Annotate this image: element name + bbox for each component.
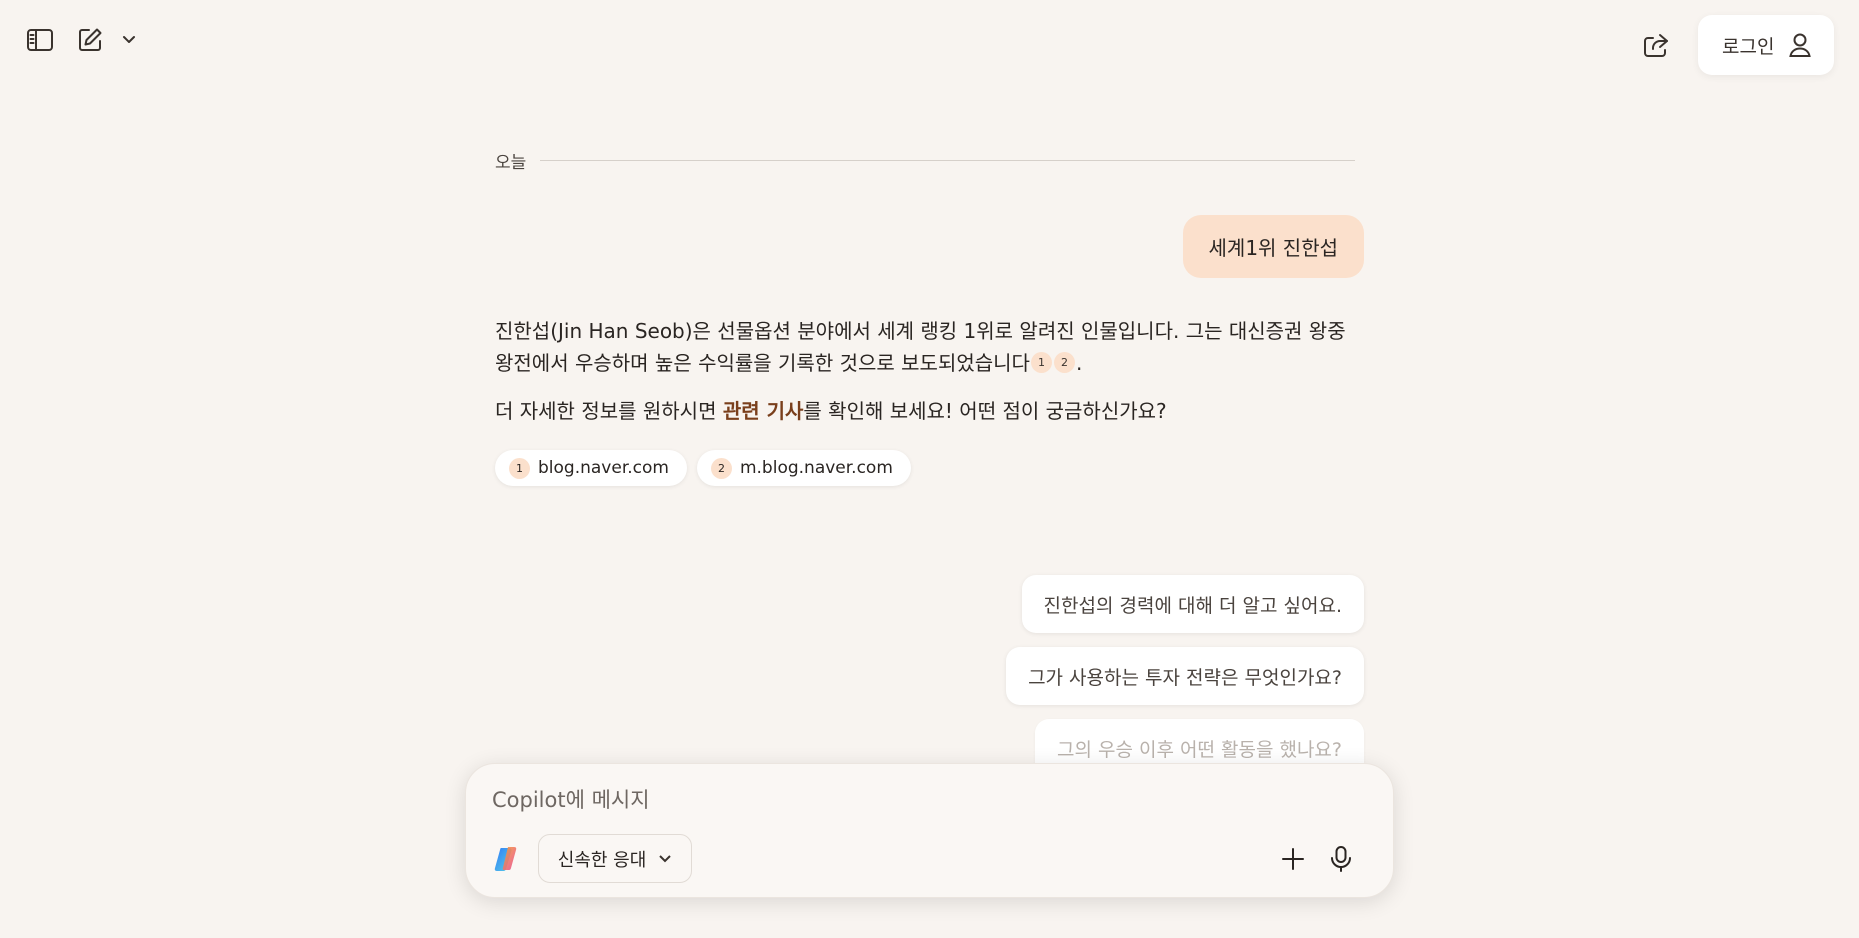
message-composer: 신속한 응대 [465,763,1394,898]
voice-input-button[interactable] [1322,840,1360,878]
suggestion-chip[interactable]: 진한섭의 경력에 대해 더 알고 싶어요. [1021,575,1364,633]
citation-badge-2[interactable]: 2 [1053,352,1075,373]
source-number: 1 [509,457,530,479]
answer-paragraph-1: 진한섭(Jin Han Seob)은 선물옵션 분야에서 세계 랭킹 1위로 알… [495,315,1361,379]
answer-text-2b: 를 확인해 보세요! 어떤 점이 궁금하신가요? [803,399,1167,423]
source-label: blog.naver.com [538,458,669,478]
sidebar-toggle-icon[interactable] [20,20,60,60]
chevron-down-icon [659,854,671,862]
source-chip[interactable]: 1 blog.naver.com [495,450,687,486]
login-button[interactable]: 로그인 [1698,15,1834,75]
compose-icon[interactable] [70,20,110,60]
source-number: 2 [710,457,732,479]
login-label: 로그인 [1722,35,1775,58]
message-input[interactable] [492,782,1352,818]
user-message-text: 세계1위 진한섭 [1208,236,1338,260]
top-bar: 로그인 [0,0,1859,90]
source-chip[interactable]: 2 m.blog.naver.com [696,450,911,486]
source-label: m.blog.naver.com [739,458,893,478]
suggested-prompts: 진한섭의 경력에 대해 더 알고 싶어요. 그가 사용하는 투자 전략은 무엇인… [1006,575,1364,777]
answer-text-2a: 더 자세한 정보를 원하시면 [495,399,723,423]
share-icon[interactable] [1636,25,1676,65]
microphone-icon [1331,846,1351,872]
answer-text-1-end: . [1075,351,1083,375]
suggestion-chip[interactable]: 그가 사용하는 투자 전략은 무엇인가요? [1006,647,1364,705]
related-article-link[interactable]: 관련 기사 [723,399,804,423]
user-icon [1789,33,1812,57]
source-list: 1 blog.naver.com 2 m.blog.naver.com [495,450,911,486]
chevron-down-icon[interactable] [112,20,146,60]
assistant-answer: 진한섭(Jin Han Seob)은 선물옵션 분야에서 세계 랭킹 1위로 알… [495,315,1361,443]
citation-badge-1[interactable]: 1 [1030,352,1052,373]
divider [540,160,1355,161]
response-mode-dropdown[interactable]: 신속한 응대 [538,834,692,883]
answer-paragraph-2: 더 자세한 정보를 원하시면 관련 기사를 확인해 보세요! 어떤 점이 궁금하… [495,395,1361,427]
mode-label: 신속한 응대 [557,849,647,871]
user-message-bubble: 세계1위 진한섭 [1182,215,1364,278]
plus-icon [1282,848,1304,870]
day-label: 오늘 [495,153,527,173]
answer-text-1: 진한섭(Jin Han Seob)은 선물옵션 분야에서 세계 랭킹 1위로 알… [495,319,1346,375]
add-attachment-button[interactable] [1274,840,1312,878]
copilot-logo-icon [494,847,517,871]
day-separator: 오늘 [495,148,1355,173]
